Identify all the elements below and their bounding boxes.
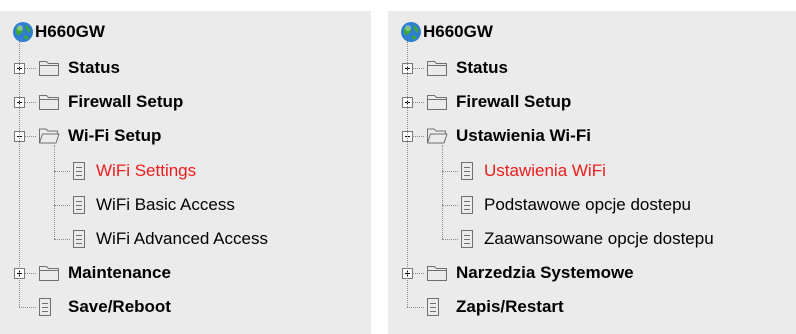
tree-node-label: Save/Reboot: [68, 297, 171, 316]
document-icon: [461, 196, 473, 214]
tree-node-label: Ustawienia Wi-Fi: [456, 126, 591, 145]
tree-panel-english: H660GW Status Firewall Setup Wi-Fi Setup Wi…: [0, 11, 371, 334]
tree-folder-narzedzia-systemowe[interactable]: Narzedzia Systemowe: [388, 256, 796, 290]
tree-connector: [407, 307, 424, 308]
tree-node-label: Firewall Setup: [456, 92, 572, 111]
document-icon: [73, 196, 85, 214]
tree-node-label: Firewall Setup: [68, 92, 184, 111]
tree-folder-status[interactable]: Status: [0, 51, 371, 85]
tree-connector: [54, 171, 70, 172]
tree-connector: [413, 273, 424, 274]
tree-node-label: Wi-Fi Setup: [68, 126, 162, 145]
tree-root-label: H660GW: [423, 22, 493, 41]
tree-node-label: WiFi Basic Access: [96, 195, 235, 214]
folder-icon: [39, 61, 59, 76]
tree-page-save-reboot[interactable]: Save/Reboot: [0, 290, 371, 324]
folder-open-icon: [427, 128, 448, 144]
tree-connector: [442, 171, 458, 172]
tree-folder-firewall-setup[interactable]: Firewall Setup: [388, 85, 796, 119]
folder-icon: [427, 61, 447, 76]
tree-folder-maintenance[interactable]: Maintenance: [0, 256, 371, 290]
tree-folder-firewall-setup[interactable]: Firewall Setup: [0, 85, 371, 119]
document-icon: [39, 298, 51, 316]
tree-connector: [25, 102, 36, 103]
tree-connector: [25, 273, 36, 274]
tree-connector: [25, 136, 36, 137]
document-icon: [461, 230, 473, 248]
folder-open-icon: [39, 128, 60, 144]
tree-page-zaawansowane-opcje-dostepu[interactable]: Zaawansowane opcje dostepu: [388, 222, 796, 256]
tree-connector: [413, 136, 424, 137]
tree-folder-status[interactable]: Status: [388, 51, 796, 85]
tree-connector: [442, 239, 458, 240]
tree-page-wifi-advanced-access[interactable]: WiFi Advanced Access: [0, 222, 371, 256]
tree-folder-ustawienia-wi-fi[interactable]: Ustawienia Wi-Fi: [388, 119, 796, 153]
tree-page-zapis-restart[interactable]: Zapis/Restart: [388, 290, 796, 324]
tree-connector: [54, 205, 70, 206]
folder-icon: [39, 95, 59, 110]
tree-node-label: Maintenance: [68, 263, 171, 282]
tree-page-wifi-settings[interactable]: WiFi Settings: [0, 154, 371, 188]
document-icon: [461, 162, 473, 180]
tree-connector: [54, 145, 55, 239]
tree-connector: [407, 41, 408, 307]
tree-connector: [19, 41, 20, 307]
tree-page-wifi-basic-access[interactable]: WiFi Basic Access: [0, 188, 371, 222]
tree-connector: [54, 239, 70, 240]
tree-root-node[interactable]: H660GW: [400, 17, 493, 47]
tree-folder-wi-fi-setup[interactable]: Wi-Fi Setup: [0, 119, 371, 153]
folder-icon: [427, 266, 447, 281]
globe-icon: [13, 22, 33, 42]
tree-node-label: Narzedzia Systemowe: [456, 263, 634, 282]
tree-node-label: Podstawowe opcje dostepu: [484, 195, 691, 214]
tree-node-label: Status: [456, 58, 508, 77]
folder-icon: [427, 95, 447, 110]
tree-connector: [25, 68, 36, 69]
document-icon: [427, 298, 439, 316]
tree-page-podstawowe-opcje-dostepu[interactable]: Podstawowe opcje dostepu: [388, 188, 796, 222]
tree-connector: [413, 68, 424, 69]
tree-node-label: WiFi Advanced Access: [96, 229, 268, 248]
tree-connector: [19, 307, 36, 308]
folder-icon: [39, 266, 59, 281]
tree-connector: [442, 145, 443, 239]
globe-icon: [401, 22, 421, 42]
tree-node-label: Zaawansowane opcje dostepu: [484, 229, 714, 248]
tree-root-node[interactable]: H660GW: [12, 17, 105, 47]
tree-root-label: H660GW: [35, 22, 105, 41]
tree-node-label: Ustawienia WiFi: [484, 161, 606, 180]
tree-connector: [442, 205, 458, 206]
tree-page-ustawienia-wifi[interactable]: Ustawienia WiFi: [388, 154, 796, 188]
document-icon: [73, 230, 85, 248]
tree-node-label: Status: [68, 58, 120, 77]
tree-node-label: Zapis/Restart: [456, 297, 564, 316]
tree-panel-polish: H660GW Status Firewall Setup Ustawienia Wi…: [388, 11, 796, 334]
document-icon: [73, 162, 85, 180]
tree-connector: [413, 102, 424, 103]
tree-node-label: WiFi Settings: [96, 161, 197, 180]
